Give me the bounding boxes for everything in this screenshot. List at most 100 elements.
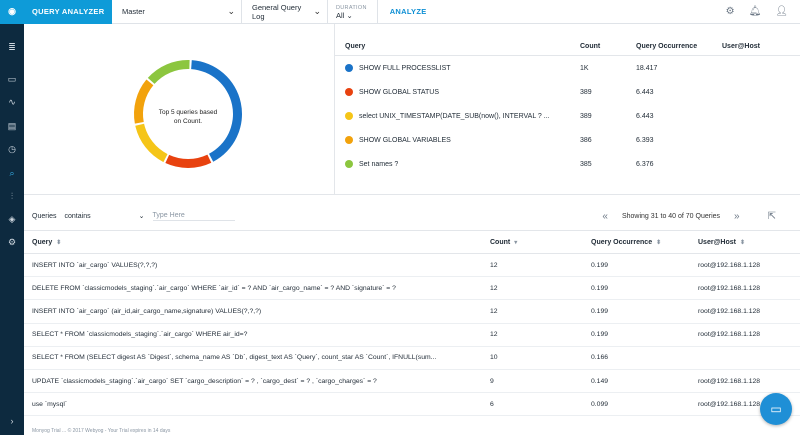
chevron-down-icon: ⌄ <box>346 11 353 20</box>
donut-slice[interactable] <box>134 79 154 124</box>
sort-icon[interactable]: ⬍ <box>656 240 661 246</box>
donut-slice[interactable] <box>165 154 212 168</box>
filter-operator-select[interactable]: contains ⌄ <box>64 212 145 221</box>
pulse-icon[interactable]: ∿ <box>0 97 24 108</box>
top-query-row[interactable]: Set names ? 385 6.376 <box>335 152 800 176</box>
count-cell: 12 <box>490 307 498 315</box>
filter-label: Queries <box>32 212 57 220</box>
duration-value-text: All <box>336 11 345 20</box>
analyze-button[interactable]: ANALYZE <box>378 7 427 16</box>
occurrence-cell: 0.166 <box>591 354 609 362</box>
legend-dot <box>345 64 353 72</box>
query-cell: use `mysql` <box>32 400 68 408</box>
top-query-count: 389 <box>580 88 592 96</box>
chevron-down-icon: ⌄ <box>313 6 321 16</box>
col-query: Query <box>345 43 366 50</box>
count-cell: 10 <box>490 354 498 362</box>
top-query-row[interactable]: select UNIX_TIMESTAMP(DATE_SUB(now(), IN… <box>335 104 800 128</box>
donut-panel: Top 5 queries based on Count. <box>24 24 335 194</box>
top-query-cell: Set names ? <box>335 160 580 168</box>
table-row[interactable]: DELETE FROM `classicmodels_staging`.`air… <box>24 277 800 301</box>
footer-text: Monyog Trial ... © 2017 Webyog - Your Tr… <box>32 428 171 434</box>
clock-icon[interactable]: ◷ <box>0 144 24 155</box>
count-cell: 12 <box>490 284 498 292</box>
document-icon[interactable]: ▤ <box>0 121 24 132</box>
col-count: Count <box>580 43 601 50</box>
occurrence-cell: 0.199 <box>591 307 609 315</box>
user-cell: root@192.168.1.128 <box>698 307 761 315</box>
user-cell: root@192.168.1.128 <box>698 377 761 385</box>
col-query-header[interactable]: Query ⬍ <box>24 239 482 246</box>
table-row[interactable]: SELECT * FROM `classicmodels_staging`.`a… <box>24 324 800 347</box>
top-query-text: SHOW GLOBAL STATUS <box>359 88 439 96</box>
top-query-text: SHOW FULL PROCESSLIST <box>359 64 451 72</box>
count-cell: 9 <box>490 377 494 385</box>
query-cell: SELECT * FROM (SELECT digest AS `Digest`… <box>32 354 437 362</box>
table-row[interactable]: INSERT INTO `air_cargo` VALUES(?,?,?) 12 0… <box>24 254 800 278</box>
settings-icon[interactable]: ⚙ <box>0 237 24 248</box>
legend-dot <box>345 112 353 120</box>
table-row[interactable]: INSERT INTO `air_cargo` (air_id,air_carg… <box>24 300 800 324</box>
query-cell: INSERT INTO `air_cargo` VALUES(?,?,?) <box>32 261 158 269</box>
next-page-icon[interactable]: » <box>734 211 740 222</box>
top-query-cell: SHOW FULL PROCESSLIST <box>335 64 580 72</box>
export-icon[interactable]: ⇱ <box>768 211 776 222</box>
legend-dot <box>345 88 353 96</box>
col-user: User@Host <box>722 43 760 50</box>
filter-operator-value: contains <box>64 212 91 220</box>
col-count-header[interactable]: Count ▾ <box>482 239 591 246</box>
occurrence-cell: 0.149 <box>591 377 609 385</box>
gear-icon[interactable]: ⚙ <box>726 6 735 17</box>
chat-icon[interactable]: ▭ <box>760 393 792 425</box>
app-title: QUERY ANALYZER <box>24 0 112 24</box>
top-query-occurrence: 6.393 <box>636 136 654 144</box>
source-select[interactable]: General Query Log ⌄ <box>242 0 328 24</box>
user-cell: root@192.168.1.128 <box>698 284 761 292</box>
query-analyzer-icon[interactable]: ⌕ <box>0 168 24 179</box>
chevron-right-icon[interactable]: › <box>0 416 24 426</box>
pager-text: Showing 31 to 40 of 70 Queries <box>621 212 721 220</box>
sort-icon[interactable]: ⬍ <box>56 240 61 246</box>
table-row[interactable]: SELECT * FROM (SELECT digest AS `Digest`… <box>24 347 800 370</box>
sort-icon[interactable]: ⬍ <box>740 240 745 246</box>
donut-slice[interactable] <box>135 123 168 163</box>
user-cell: root@192.168.1.128 <box>698 261 761 269</box>
top-query-cell: select UNIX_TIMESTAMP(DATE_SUB(now(), IN… <box>335 112 580 120</box>
col-occurrence: Query Occurrence <box>636 43 698 50</box>
col-count-label: Count <box>490 238 511 246</box>
top-query-row[interactable]: SHOW FULL PROCESSLIST 1K 18.417 <box>335 56 800 80</box>
user-cell: root@192.168.1.128 <box>698 331 761 339</box>
filter-input[interactable]: Type Here <box>152 212 235 221</box>
top-query-occurrence: 18.417 <box>636 64 658 72</box>
top-query-row[interactable]: SHOW GLOBAL STATUS 389 6.443 <box>335 80 800 104</box>
filter-bar: Queries contains ⌄ Type Here « Showing 3… <box>24 205 800 227</box>
server-select[interactable]: Master ⌄ <box>112 0 242 24</box>
col-occurrence-header[interactable]: Query Occurrence ⬍ <box>591 239 698 246</box>
duration-select[interactable]: DURATION All ⌄ <box>328 0 378 24</box>
table-row[interactable]: use `mysql` 6 0.099 root@192.168.1.128 <box>24 393 800 417</box>
bell-icon[interactable]: 🔔︎ <box>749 6 762 17</box>
col-user-header[interactable]: User@Host ⬍ <box>698 239 800 246</box>
user-icon[interactable]: 👤︎ <box>775 6 788 17</box>
top-query-count: 389 <box>580 112 592 120</box>
sort-desc-icon[interactable]: ▾ <box>514 240 517 246</box>
count-cell: 12 <box>490 261 498 269</box>
database-icon[interactable]: ≣ <box>0 42 24 53</box>
server-select-value: Master <box>122 7 145 16</box>
chevron-down-icon: ⌄ <box>138 213 145 220</box>
queries-table: Query ⬍ Count ▾ Query Occurrence ⬍ User@Hos… <box>24 230 800 417</box>
occurrence-cell: 0.199 <box>591 331 609 339</box>
query-cell: DELETE FROM `classicmodels_staging`.`air… <box>32 284 396 292</box>
top-query-count: 1K <box>580 64 589 72</box>
layers-icon[interactable]: ◈ <box>0 214 24 225</box>
table-row[interactable]: UPDATE `classicmodels_staging`.`air_carg… <box>24 370 800 394</box>
sliders-icon[interactable]: ⫶ <box>0 191 24 202</box>
db-logo-icon[interactable]: ◉ <box>0 0 24 24</box>
occurrence-cell: 0.199 <box>591 261 609 269</box>
top-query-row[interactable]: SHOW GLOBAL VARIABLES 386 6.393 <box>335 128 800 152</box>
monitor-icon[interactable]: ▭ <box>0 74 24 85</box>
donut-slice[interactable] <box>147 60 190 84</box>
sidebar: ≣ ▭ ∿ ▤ ◷ ⌕ ⫶ ◈ ⚙ › <box>0 24 24 435</box>
count-cell: 6 <box>490 400 494 408</box>
prev-page-icon[interactable]: « <box>602 211 608 222</box>
